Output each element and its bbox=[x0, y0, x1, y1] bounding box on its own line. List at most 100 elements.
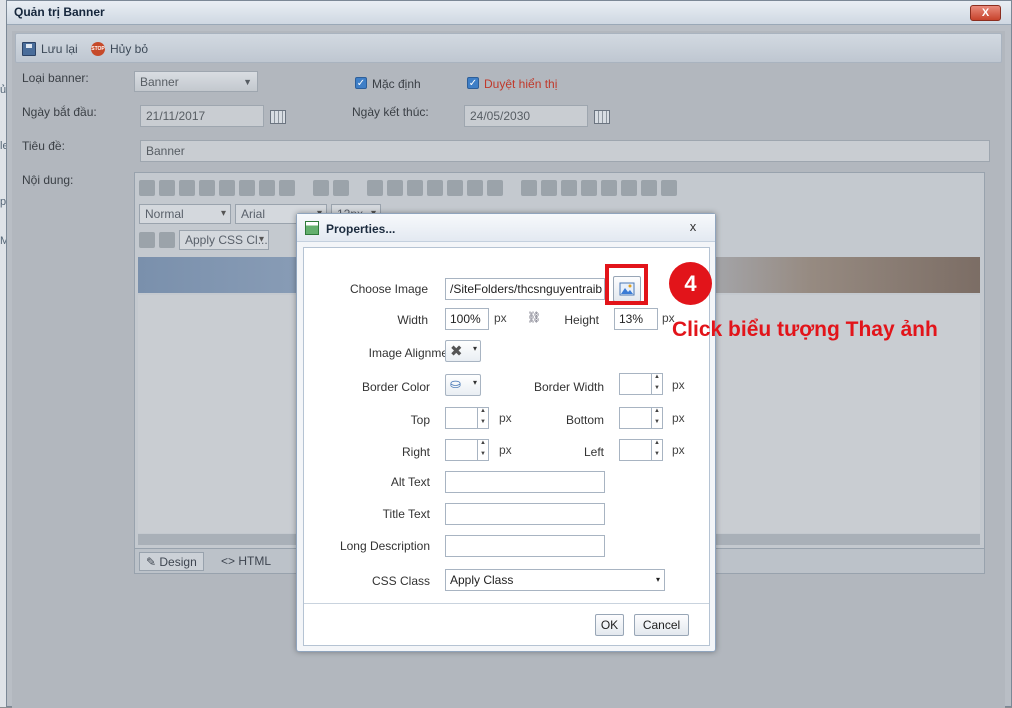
divider bbox=[304, 603, 709, 604]
width-input[interactable]: 100% bbox=[445, 308, 489, 330]
subscript-icon[interactable] bbox=[541, 180, 557, 196]
border-color-label: Border Color bbox=[361, 380, 430, 394]
properties-dialog: Properties... x Choose Image /SiteFolder… bbox=[296, 213, 716, 652]
left-spinner[interactable] bbox=[619, 439, 663, 461]
left-unit: px bbox=[672, 443, 685, 457]
find-icon[interactable] bbox=[179, 180, 195, 196]
top-spinner[interactable] bbox=[445, 407, 489, 429]
highlight-icon[interactable] bbox=[159, 232, 175, 248]
image-manager-icon[interactable] bbox=[367, 180, 383, 196]
title-input[interactable]: Banner bbox=[140, 140, 990, 162]
alt-text-input[interactable] bbox=[445, 471, 605, 493]
design-mode-tab[interactable]: ✎ Design bbox=[139, 552, 204, 571]
start-date-input[interactable]: 21/11/2017 bbox=[140, 105, 264, 127]
unlink-icon[interactable] bbox=[487, 180, 503, 196]
print-icon[interactable] bbox=[139, 180, 155, 196]
toolbar: Lưu lại STOP Hủy bỏ bbox=[15, 33, 1002, 63]
media-manager-icon[interactable] bbox=[427, 180, 443, 196]
design-mode-label: Design bbox=[159, 555, 197, 569]
choose-image-input[interactable]: /SiteFolders/thcsnguyentraib bbox=[445, 278, 605, 300]
border-width-label: Border Width bbox=[533, 380, 604, 394]
editor-toolbar-row-1 bbox=[139, 176, 677, 200]
end-date-input[interactable]: 24/05/2030 bbox=[464, 105, 588, 127]
right-label: Right bbox=[401, 445, 430, 459]
redo-icon[interactable] bbox=[333, 180, 349, 196]
spinner-arrows[interactable] bbox=[477, 440, 488, 460]
choose-image-label: Choose Image bbox=[349, 282, 428, 296]
top-unit: px bbox=[499, 411, 512, 425]
paint-bucket-icon: ⛀ bbox=[450, 376, 461, 391]
approved-checkbox[interactable]: ✓ bbox=[467, 77, 479, 89]
title-text-input[interactable] bbox=[445, 503, 605, 525]
copy-icon[interactable] bbox=[239, 180, 255, 196]
cancel-dialog-button[interactable]: Cancel bbox=[634, 614, 689, 636]
chevron-down-icon: ▾ bbox=[472, 378, 477, 387]
document-manager-icon[interactable] bbox=[387, 180, 403, 196]
font-color-icon[interactable] bbox=[139, 232, 155, 248]
cancel-button[interactable]: STOP Hủy bỏ bbox=[91, 41, 148, 57]
spinner-arrows[interactable] bbox=[651, 408, 662, 428]
long-description-label: Long Description bbox=[339, 539, 430, 553]
dialog-content: Choose Image /SiteFolders/thcsnguyentrai… bbox=[303, 247, 710, 646]
paste-icon[interactable] bbox=[259, 180, 275, 196]
window-title: Quản trị Banner bbox=[14, 5, 105, 19]
window-icon bbox=[305, 221, 319, 235]
constrain-proportions-icon[interactable]: ⛓ bbox=[527, 311, 541, 324]
bottom-spinner[interactable] bbox=[619, 407, 663, 429]
border-width-spinner[interactable] bbox=[619, 373, 663, 395]
save-button[interactable]: Lưu lại bbox=[22, 41, 78, 57]
css-class-select[interactable]: Apply Class ▾ bbox=[445, 569, 665, 591]
stop-icon: STOP bbox=[91, 42, 105, 56]
no-alignment-icon: ✖ bbox=[450, 343, 463, 360]
paragraph-icon[interactable] bbox=[561, 180, 577, 196]
window-close-button[interactable]: X bbox=[970, 5, 1001, 21]
step-instruction: Click biểu tượng Thay ảnh bbox=[672, 318, 938, 341]
start-date-label: Ngày bắt đầu: bbox=[22, 105, 97, 119]
chevron-down-icon: ▼ bbox=[243, 77, 252, 87]
border-color-dropdown[interactable]: ⛀ ▾ bbox=[445, 374, 481, 396]
paste-options-icon[interactable] bbox=[279, 180, 295, 196]
chevron-down-icon: ▾ bbox=[472, 344, 477, 353]
dialog-titlebar: Properties... x bbox=[297, 214, 715, 242]
default-checkbox[interactable]: ✓ bbox=[355, 77, 367, 89]
spinner-arrows[interactable] bbox=[651, 440, 662, 460]
top-label: Top bbox=[410, 413, 430, 427]
content-label: Nội dung: bbox=[22, 173, 74, 187]
border-width-unit: px bbox=[672, 378, 685, 392]
title-text-label: Title Text bbox=[382, 507, 430, 521]
right-spinner[interactable] bbox=[445, 439, 489, 461]
left-label: Left bbox=[583, 445, 604, 459]
long-description-input[interactable] bbox=[445, 535, 605, 557]
default-checkbox-label: Mặc định bbox=[372, 77, 421, 91]
select-all-icon[interactable] bbox=[199, 180, 215, 196]
height-label: Height bbox=[564, 313, 599, 327]
css-class-combo[interactable]: Apply CSS Cl... bbox=[179, 230, 269, 250]
superscript-icon[interactable] bbox=[521, 180, 537, 196]
template-icon[interactable] bbox=[447, 180, 463, 196]
end-date-label-text: Ngày kết thúc: bbox=[352, 105, 429, 119]
calendar-icon[interactable] bbox=[270, 110, 286, 124]
paragraph-style-combo[interactable]: Normal bbox=[139, 204, 231, 224]
clipboard-icon[interactable] bbox=[581, 180, 597, 196]
html-mode-tab[interactable]: <> HTML bbox=[215, 552, 277, 571]
dialog-close-button[interactable]: x bbox=[686, 220, 700, 234]
width-label: Width bbox=[397, 313, 428, 327]
cut-icon[interactable] bbox=[219, 180, 235, 196]
flash-manager-icon[interactable] bbox=[407, 180, 423, 196]
format-stripper-icon[interactable] bbox=[661, 180, 677, 196]
calendar-icon[interactable] bbox=[594, 110, 610, 124]
undo-icon[interactable] bbox=[313, 180, 329, 196]
align-icon[interactable] bbox=[601, 180, 617, 196]
clock-icon[interactable] bbox=[641, 180, 657, 196]
format-icon[interactable] bbox=[621, 180, 637, 196]
save-label: Lưu lại bbox=[41, 42, 78, 56]
pencil-icon: ✎ bbox=[146, 555, 160, 569]
spinner-arrows[interactable] bbox=[651, 374, 662, 394]
link-icon[interactable] bbox=[467, 180, 483, 196]
height-input[interactable]: 13% bbox=[614, 308, 658, 330]
spellcheck-icon[interactable] bbox=[159, 180, 175, 196]
ok-button[interactable]: OK bbox=[595, 614, 624, 636]
image-alignment-dropdown[interactable]: ✖ ▾ bbox=[445, 340, 481, 362]
spinner-arrows[interactable] bbox=[477, 408, 488, 428]
banner-type-select[interactable]: Banner ▼ bbox=[134, 71, 258, 92]
